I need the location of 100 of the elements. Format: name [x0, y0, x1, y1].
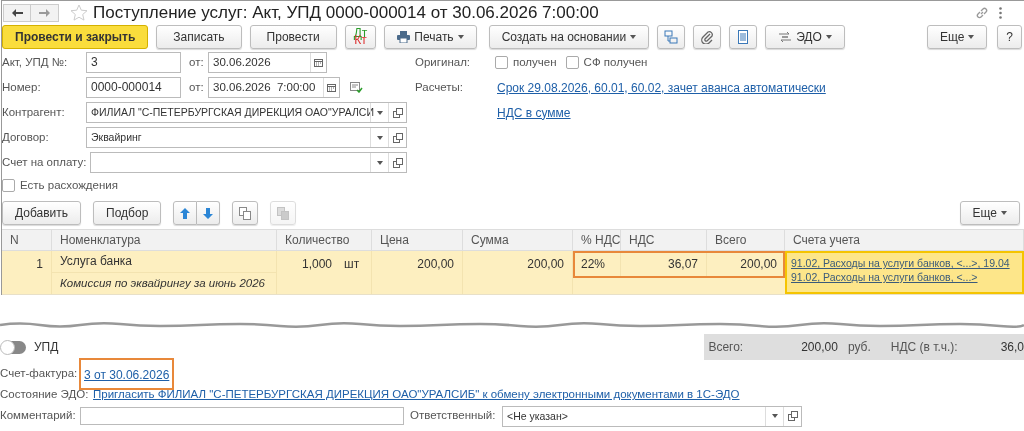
settlements-link[interactable]: Срок 29.08.2026, 60.01, 60.02, зачет аванса автоматически	[497, 78, 826, 97]
caret-icon	[771, 414, 778, 418]
column-header[interactable]: НДС	[621, 230, 707, 251]
calendar-icon[interactable]	[327, 83, 336, 92]
document-icon	[738, 30, 749, 44]
date-field[interactable]: 30.06.2026 7:00:00	[208, 77, 340, 98]
toggle-switch[interactable]	[2, 340, 26, 354]
arrow-down-icon	[203, 207, 214, 219]
post-and-close-button[interactable]: Провести и закрыть	[2, 25, 149, 49]
field-label: Есть расхождения	[20, 177, 118, 193]
arrow-right-icon	[39, 8, 50, 17]
table-cell: 1	[2, 251, 52, 294]
number-field[interactable]: 0000-000014	[86, 77, 181, 98]
move-up-button[interactable]	[173, 201, 198, 225]
print-menu-button[interactable]: Печать	[384, 25, 477, 49]
window-title: Поступление услуг: Акт, УПД 0000-000014 от 30.06.2026 7:00:00	[93, 1, 599, 24]
totals-value: 200,00	[801, 339, 838, 356]
table-button[interactable]: Добавить	[2, 201, 82, 225]
field-label: получен	[513, 54, 557, 70]
caret-icon	[457, 35, 464, 39]
printer-icon	[397, 31, 411, 43]
more-icon[interactable]	[999, 6, 1002, 19]
account-link[interactable]: 91.02, Расходы на услуги банков, <...>	[791, 270, 1022, 284]
select-field[interactable]: ФИЛИАЛ "С-ПЕТЕРБУРГСКАЯ ДИРЕКЦИЯ ОАО"УРАЛСИ	[86, 102, 407, 123]
table-cell: 36,07	[621, 251, 707, 278]
ledger-button[interactable]: Дт Кт	[344, 25, 377, 49]
field-label: Расчеты:	[415, 79, 465, 95]
caret-icon	[1001, 211, 1007, 215]
caret-icon	[376, 160, 383, 165]
open-icon[interactable]	[787, 411, 798, 421]
field-label: Контрагент:	[2, 104, 66, 120]
link-icon[interactable]	[975, 5, 989, 20]
stack-icon	[277, 206, 290, 220]
hierarchy-icon	[664, 30, 679, 44]
column-header[interactable]: % НДС	[573, 230, 621, 251]
more-menu-button[interactable]: Еще	[926, 25, 988, 49]
field-label: Номер:	[2, 79, 42, 95]
select-field[interactable]	[90, 152, 407, 173]
help-button[interactable]: ?	[997, 25, 1022, 49]
checkbox[interactable]	[565, 56, 579, 69]
back-button[interactable]	[3, 3, 31, 22]
vat-label: НДС (в т.ч.):	[890, 339, 958, 356]
column-header[interactable]: Всего	[707, 230, 785, 251]
document-button[interactable]	[729, 25, 758, 49]
paperclip-icon	[700, 30, 715, 44]
edo-invite-link[interactable]: Пригласить ФИЛИАЛ "С-ПЕТЕРБУРГСКАЯ ДИРЕКЦИЯ ОАО"УРАЛСИБ" к обмену электронными документами в 1С-ЭДО	[93, 386, 740, 404]
post-button[interactable]: Провести	[249, 25, 337, 49]
table-more-button[interactable]: Еще	[959, 201, 1020, 225]
table-cell: 200,00	[372, 251, 463, 294]
vat-value: 36,0	[1000, 339, 1024, 356]
save-button[interactable]: Записать	[156, 25, 242, 49]
field-label: СФ получен	[583, 54, 648, 70]
field-label: Счет на оплату:	[2, 154, 88, 170]
table-cell: 200,00	[463, 251, 573, 294]
create-based-on-button[interactable]: Создать на основании	[488, 25, 650, 49]
move-down-button[interactable]	[197, 201, 221, 225]
open-icon[interactable]	[392, 107, 403, 118]
field-label: от:	[189, 54, 205, 70]
field-label: Ответственный:	[410, 408, 497, 424]
exchange-icon	[778, 31, 793, 43]
caret-icon	[376, 110, 383, 115]
select-field[interactable]: <Не указан>	[502, 405, 802, 427]
field-label: Договор:	[2, 129, 50, 145]
field-label: Счет-фактура:	[0, 366, 79, 382]
arrow-up-icon	[180, 207, 191, 219]
caret-icon	[825, 35, 832, 39]
open-icon[interactable]	[392, 132, 403, 143]
table-cell: 22%	[573, 251, 621, 278]
table-row[interactable]: 1 Услуга банка Комиссия по эквайрингу за июнь 2026 1,000 шт 200,00 200,00 22% 36,07 200,00 91.02, Расходы на услуги банков, <...>, 19.04 91.02, Расходы на услуги банков, <...>	[2, 251, 1024, 295]
invoice-link[interactable]: 3 от 30.06.2026	[84, 368, 170, 382]
act-number-field[interactable]: 3	[86, 52, 181, 73]
attach-button[interactable]	[693, 25, 722, 49]
document-check-icon[interactable]	[350, 82, 363, 93]
field-label: Состояние ЭДО:	[0, 387, 90, 403]
calendar-icon[interactable]	[314, 58, 323, 67]
select-field[interactable]: Эквайринг	[86, 127, 407, 148]
table-cell: Услуга банка	[52, 251, 276, 273]
structure-button[interactable]	[657, 25, 686, 49]
checkbox[interactable]	[495, 56, 508, 69]
field-label: Оригинал:	[415, 54, 472, 70]
field-label: от:	[189, 79, 205, 95]
caret-icon	[968, 35, 975, 39]
date-field[interactable]: 30.06.2026	[208, 52, 327, 73]
edo-menu-button[interactable]: ЭДО	[765, 25, 845, 49]
open-icon[interactable]	[392, 157, 403, 168]
copy-button[interactable]	[232, 201, 259, 225]
account-link[interactable]: 91.02, Расходы на услуги банков, <...>, 19.04	[791, 256, 1022, 270]
arrow-left-icon	[11, 8, 23, 17]
toggle-label: УПД	[34, 339, 59, 356]
comment-field[interactable]	[80, 407, 404, 425]
caret-icon	[630, 35, 637, 39]
copy-icon	[239, 206, 252, 220]
star-icon[interactable]	[70, 4, 88, 21]
totals-label: Всего:	[708, 339, 744, 356]
table-button[interactable]: Подбор	[93, 201, 162, 225]
field-label: Акт, УПД №:	[2, 54, 69, 70]
checkbox[interactable]	[2, 179, 15, 192]
table-cell-text: шт	[344, 256, 360, 273]
table-cell-text: 1,000	[300, 256, 332, 273]
vat-link[interactable]: НДС в сумме	[497, 103, 571, 122]
